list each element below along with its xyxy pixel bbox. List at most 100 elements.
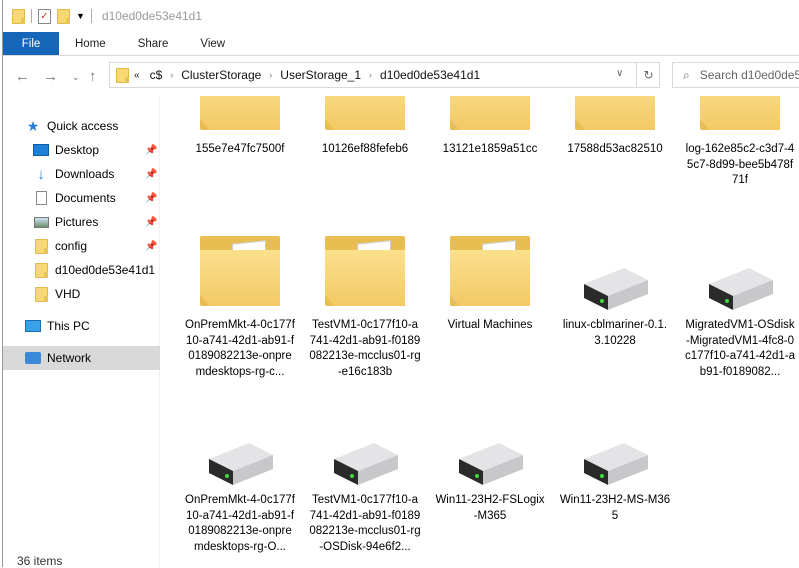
search-placeholder: Search d10ed0de53e41d1 (699, 68, 799, 82)
file-item[interactable]: log-162e85c2-c3d7-45c7-8d99-bee5b478f71f (681, 96, 799, 189)
folder-icon (116, 67, 129, 83)
search-input[interactable]: ⌕ Search d10ed0de53e41d1 (672, 62, 799, 88)
sidebar-item-label: Desktop (55, 143, 100, 157)
network-icon (25, 351, 41, 365)
sidebar-item-d10ed0de53e41d1[interactable]: d10ed0de53e41d1 (3, 258, 160, 282)
chevron-down-icon[interactable]: ∨ (616, 68, 623, 79)
disk-image-icon (709, 268, 773, 310)
breadcrumb-item[interactable]: UserStorage_1 (280, 68, 361, 82)
file-name: log-162e85c2-c3d7-45c7-8d99-bee5b478f71f (685, 143, 795, 186)
file-item[interactable]: TestVM1-0c177f10-a741-42d1-ab91-f0189082… (306, 439, 424, 555)
recent-locations-chevron-icon[interactable]: ⌄ (72, 72, 80, 83)
new-folder-icon[interactable] (57, 8, 70, 24)
sidebar-item-downloads[interactable]: ↓ Downloads 📌 (3, 162, 160, 186)
breadcrumb-item[interactable]: d10ed0de53e41d1 (380, 68, 480, 82)
sidebar-item-config[interactable]: config 📌 (3, 234, 160, 258)
up-arrow-icon[interactable]: ↑ (89, 68, 97, 85)
folder-with-documents-icon (196, 236, 284, 308)
folder-icon (446, 96, 534, 132)
sidebar-item-label: VHD (55, 287, 81, 301)
back-arrow-icon[interactable]: ← (15, 68, 30, 85)
sidebar-item-network[interactable]: Network (3, 346, 160, 370)
file-item[interactable]: linux-cblmariner-0.1.3.10228 (556, 264, 674, 349)
folder-icon (33, 238, 49, 254)
tab-view[interactable]: View (184, 32, 241, 55)
tab-home[interactable]: Home (59, 32, 122, 55)
folder-icon (321, 96, 409, 132)
sidebar-item-quick-access[interactable]: ★ Quick access (3, 114, 160, 138)
chevron-right-icon[interactable]: › (369, 70, 372, 80)
explorer-window: ✓ ▼ d10ed0de53e41d1 File Home Share View… (2, 0, 799, 567)
sidebar-item-label: Documents (55, 191, 116, 205)
file-item[interactable]: OnPremMkt-4-0c177f10-a741-42d1-ab91-f018… (181, 439, 299, 555)
pin-icon[interactable]: 📌 (145, 217, 157, 228)
file-name: MigratedVM1-OSdisk-MigratedVM1-4fc8-0c17… (685, 319, 795, 378)
file-item[interactable]: OnPremMkt-4-0c177f10-a741-42d1-ab91-f018… (181, 236, 299, 380)
tab-file[interactable]: File (3, 32, 59, 55)
folder-icon (571, 96, 659, 132)
file-name: 13121e1859a51cc (442, 143, 538, 155)
sidebar-item-desktop[interactable]: Desktop 📌 (3, 138, 160, 162)
chevron-right-icon[interactable]: › (269, 70, 272, 80)
pin-icon[interactable]: 📌 (145, 169, 157, 180)
file-name: TestVM1-0c177f10-a741-42d1-ab91-f0189082… (309, 494, 421, 553)
file-item[interactable]: 13121e1859a51cc (431, 96, 549, 158)
file-name: 17588d53ac82510 (567, 143, 663, 155)
star-icon: ★ (26, 117, 40, 134)
file-list: 155e7e47fc7500f 10126ef88fefeb6 13121e1859… (163, 96, 799, 567)
ribbon-tabs: File Home Share View (3, 32, 799, 56)
navigation-pane: ★ Quick access Desktop 📌 ↓ Downloads 📌 Document… (3, 96, 160, 567)
disk-image-icon (584, 443, 648, 485)
breadcrumb-item[interactable]: ClusterStorage (181, 68, 261, 82)
sidebar-item-pictures[interactable]: Pictures 📌 (3, 210, 160, 234)
file-item[interactable]: 155e7e47fc7500f (181, 96, 299, 158)
file-name: Win11-23H2-MS-M365 (559, 494, 671, 522)
folder-with-documents-icon (446, 236, 534, 308)
file-name: linux-cblmariner-0.1.3.10228 (562, 319, 668, 347)
file-name: TestVM1-0c177f10-a741-42d1-ab91-f0189082… (309, 319, 421, 378)
file-item[interactable]: 17588d53ac82510 (556, 96, 674, 158)
disk-image-icon (459, 443, 523, 485)
sidebar-item-label: Pictures (55, 215, 99, 229)
pictures-icon (33, 215, 49, 229)
address-bar[interactable]: « c$ › ClusterStorage › UserStorage_1 › d10… (109, 62, 660, 88)
file-name: Virtual Machines (447, 319, 533, 331)
pin-icon[interactable]: 📌 (145, 145, 157, 156)
desktop-icon (33, 143, 49, 157)
tab-share[interactable]: Share (122, 32, 185, 55)
file-item[interactable]: MigratedVM1-OSdisk-MigratedVM1-4fc8-0c17… (681, 264, 799, 380)
file-name: 10126ef88fefeb6 (321, 143, 409, 155)
chevron-right-icon[interactable]: › (170, 70, 173, 80)
refresh-icon[interactable]: ↻ (636, 63, 660, 87)
sidebar-item-vhd[interactable]: VHD (3, 282, 160, 306)
sidebar-item-label: Downloads (55, 167, 115, 181)
pin-icon[interactable]: 📌 (145, 241, 157, 252)
file-name: OnPremMkt-4-0c177f10-a741-42d1-ab91-f018… (185, 319, 295, 378)
sidebar-item-label: Quick access (47, 119, 119, 133)
folder-icon (33, 262, 49, 278)
folder-icon (196, 96, 284, 132)
computer-icon (25, 319, 41, 333)
file-item[interactable]: Win11-23H2-FSLogix-M365 (431, 439, 549, 524)
properties-icon[interactable]: ✓ (38, 8, 51, 24)
disk-image-icon (209, 443, 273, 485)
breadcrumb-item[interactable]: c$ (150, 68, 163, 82)
file-item[interactable]: Virtual Machines (431, 236, 549, 334)
file-item[interactable]: TestVM1-0c177f10-a741-42d1-ab91-f0189082… (306, 236, 424, 380)
file-item[interactable]: Win11-23H2-MS-M365 (556, 439, 674, 524)
divider (31, 9, 32, 23)
folder-icon (33, 286, 49, 302)
pin-icon[interactable]: 📌 (145, 193, 157, 204)
overflow-chevron[interactable]: « (134, 70, 140, 81)
file-item[interactable]: 10126ef88fefeb6 (306, 96, 424, 158)
title-bar: ✓ ▼ d10ed0de53e41d1 (3, 0, 799, 32)
file-name: OnPremMkt-4-0c177f10-a741-42d1-ab91-f018… (185, 494, 295, 553)
sidebar-item-label: Network (47, 351, 92, 365)
forward-arrow-icon[interactable]: → (43, 68, 58, 85)
sidebar-item-documents[interactable]: Documents 📌 (3, 186, 160, 210)
divider (90, 9, 92, 23)
sidebar-item-this-pc[interactable]: This PC (3, 314, 160, 338)
customize-toolbar-icon[interactable]: ▼ (76, 11, 85, 21)
folder-with-documents-icon (696, 96, 784, 132)
sidebar-item-label: This PC (47, 319, 90, 333)
